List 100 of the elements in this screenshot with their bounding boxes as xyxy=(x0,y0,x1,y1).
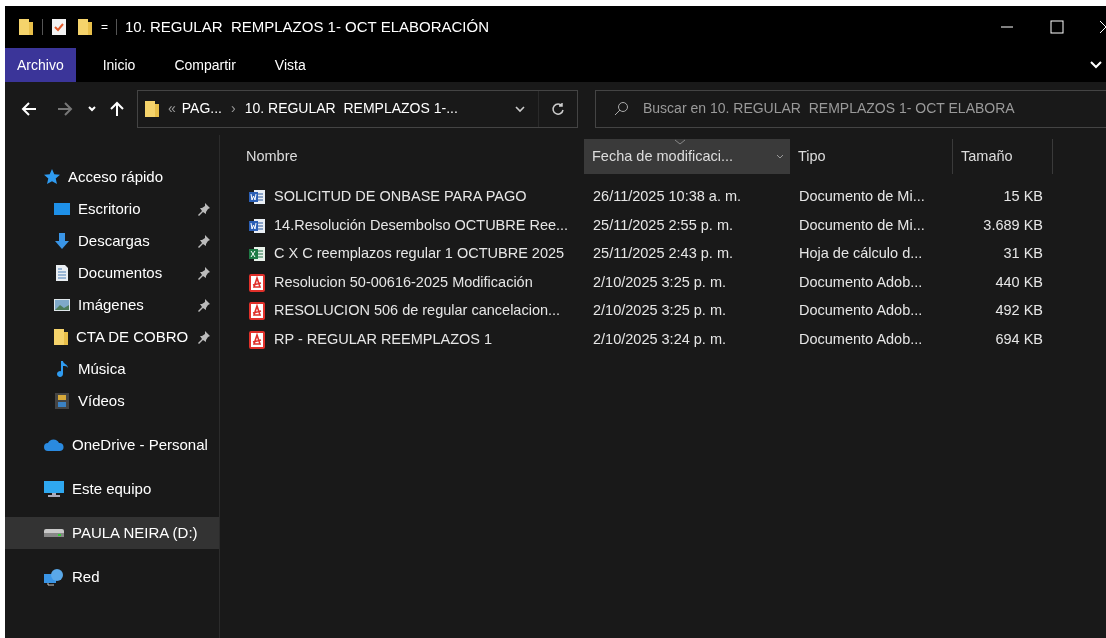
maximize-icon[interactable] xyxy=(1050,20,1064,34)
column-header[interactable]: Fecha de modificaci... xyxy=(584,139,790,174)
sidebar-item[interactable]: Acceso rápido xyxy=(5,161,219,193)
folder-icon xyxy=(53,328,69,346)
film-icon xyxy=(53,392,71,410)
ribbon-tab[interactable]: Inicio xyxy=(90,48,148,82)
file-name: RP - REGULAR REEMPLAZOS 1 xyxy=(274,329,493,349)
sidebar-label: Escritorio xyxy=(78,198,142,219)
size-cell-text: 3.689 KB xyxy=(982,215,1043,235)
sidebar-label: Descargas xyxy=(78,230,151,251)
file-name: SOLICITUD DE ONBASE PARA PAGO xyxy=(274,187,527,207)
file-row[interactable]: SOLICITUD DE ONBASE PARA PAGO 26/11/2025 10:38 a. m. Documento de Mi... 15 KB xyxy=(239,183,1106,212)
file-name: C X C reemplazos regular 1 OCTUBRE 2025 xyxy=(274,244,565,264)
back-arrow-icon[interactable] xyxy=(21,100,37,117)
file-name: Resolucion 50-00616-2025 Modificación xyxy=(274,272,533,292)
sidebar-item[interactable]: Música xyxy=(5,353,219,385)
file-row[interactable]: RESOLUCION 506 de regular cancelacion... 2/10/2025 3:25 p. m. Documento Adob... 492 KB xyxy=(239,297,1106,326)
sidebar-item[interactable]: CTA DE COBRO xyxy=(5,321,219,353)
ribbon-tab[interactable]: Vista xyxy=(262,48,318,82)
ribbon-tab[interactable]: Compartir xyxy=(162,48,248,82)
pdf-icon xyxy=(248,302,266,321)
column-header[interactable]: Nombre xyxy=(239,139,584,174)
file-row[interactable]: C X C reemplazos regular 1 OCTUBRE 2025 25/11/2025 2:43 p. m. Hoja de cálculo d... 31 KB xyxy=(239,240,1106,269)
date-cell-text: 2/10/2025 3:24 p. m. xyxy=(592,329,727,349)
desktop-icon xyxy=(53,200,71,218)
properties-icon[interactable] xyxy=(51,18,67,36)
pdf-icon xyxy=(248,330,266,349)
sidebar-item[interactable]: Este equipo xyxy=(5,473,219,505)
type-cell-text: Documento Adob... xyxy=(798,272,924,292)
close-icon[interactable] xyxy=(1099,20,1106,34)
sidebar-label: Red xyxy=(72,566,101,587)
sidebar-label: Documentos xyxy=(78,262,164,283)
up-arrow-icon[interactable] xyxy=(109,100,125,117)
file-row[interactable]: 14.Resolución Desembolso OCTUBRE Ree... 25/11/2025 2:55 p. m. Documento de Mi... 3.689 KB xyxy=(239,211,1106,240)
sidebar-label: Vídeos xyxy=(78,390,126,411)
sidebar-item[interactable]: Red xyxy=(5,561,219,593)
breadcrumb[interactable]: 10. REGULAR REMPLAZOS 1-... xyxy=(244,98,458,119)
download-icon xyxy=(53,232,71,250)
customize-toolbar-button[interactable]: = xyxy=(101,18,108,36)
picture-icon xyxy=(53,296,71,314)
sidebar-label: PAULA NEIRA (D:) xyxy=(72,522,199,543)
sidebar-label: OneDrive - Personal xyxy=(72,434,209,455)
date-cell-text: 2/10/2025 3:25 p. m. xyxy=(592,301,727,321)
document-icon xyxy=(53,264,71,282)
folder-icon xyxy=(18,18,34,36)
type-cell-text: Documento Adob... xyxy=(798,301,924,321)
sidebar-label: Este equipo xyxy=(72,478,153,499)
file-row[interactable]: RP - REGULAR REEMPLAZOS 1 2/10/2025 3:24 p. m. Documento Adob... 694 KB xyxy=(239,325,1106,354)
sort-caret-icon xyxy=(674,139,686,145)
sidebar-label: Acceso rápido xyxy=(68,166,165,187)
sidebar-item[interactable]: Vídeos xyxy=(5,385,219,417)
star-icon xyxy=(43,168,61,186)
size-cell-text: 31 KB xyxy=(1002,244,1043,264)
size-cell-text: 440 KB xyxy=(994,272,1043,292)
type-cell-text: Documento de Mi... xyxy=(798,215,926,235)
size-cell-text: 15 KB xyxy=(1002,187,1043,207)
type-cell-text: Hoja de cálculo d... xyxy=(798,244,924,264)
window-title: 10. REGULAR REMPLAZOS 1- OCT ELABORACIÓN xyxy=(125,16,489,37)
column-header[interactable]: Tamaño xyxy=(953,139,1053,174)
date-cell-text: 2/10/2025 3:25 p. m. xyxy=(592,272,727,292)
new-folder-icon xyxy=(77,18,93,36)
sidebar-label: CTA DE COBRO xyxy=(76,326,190,347)
size-cell-text: 694 KB xyxy=(994,329,1043,349)
search-icon xyxy=(614,101,629,116)
breadcrumb-overflow[interactable]: « xyxy=(168,98,176,119)
address-bar[interactable]: « PAG... › 10. REGULAR REMPLAZOS 1-... xyxy=(137,89,578,128)
sidebar-label: Imágenes xyxy=(78,294,145,315)
date-cell-text: 25/11/2025 2:55 p. m. xyxy=(592,215,734,235)
size-cell-text: 492 KB xyxy=(994,301,1043,321)
sidebar-item[interactable]: PAULA NEIRA (D:) xyxy=(5,517,219,549)
search-input[interactable]: Buscar en 10. REGULAR REMPLAZOS 1- OCT ELABORA xyxy=(643,98,1106,119)
file-name: 14.Resolución Desembolso OCTUBRE Ree... xyxy=(274,215,569,235)
breadcrumb[interactable]: PAG... xyxy=(181,98,222,119)
chevron-down-icon[interactable] xyxy=(87,103,97,114)
breadcrumb-separator: › xyxy=(231,99,236,118)
word-document-icon xyxy=(248,188,266,207)
sidebar-item[interactable]: OneDrive - Personal xyxy=(5,429,219,461)
spreadsheet-icon xyxy=(248,245,266,264)
forward-arrow-icon[interactable] xyxy=(57,100,73,117)
sidebar-item[interactable]: Documentos xyxy=(5,257,219,289)
search-field[interactable]: Buscar en 10. REGULAR REMPLAZOS 1- OCT ELABORA xyxy=(595,89,1106,128)
date-cell-text: 25/11/2025 2:43 p. m. xyxy=(592,244,734,264)
sidebar-label: Música xyxy=(78,358,127,379)
ribbon-tab[interactable]: Archivo xyxy=(5,48,76,82)
refresh-icon[interactable] xyxy=(551,101,565,116)
word-document-icon xyxy=(248,216,266,235)
pdf-icon xyxy=(248,273,266,292)
file-name: RESOLUCION 506 de regular cancelacion... xyxy=(274,301,561,321)
computer-icon xyxy=(43,480,65,498)
date-cell-text: 26/11/2025 10:38 a. m. xyxy=(592,187,743,207)
folder-icon xyxy=(144,99,160,118)
cloud-icon xyxy=(43,436,65,454)
network-icon xyxy=(43,568,65,586)
type-cell-text: Documento de Mi... xyxy=(798,187,926,207)
file-row[interactable]: Resolucion 50-00616-2025 Modificación 2/10/2025 3:25 p. m. Documento Adob... 440 KB xyxy=(239,268,1106,297)
type-cell-text: Documento Adob... xyxy=(798,329,924,349)
sidebar-item[interactable]: Escritorio xyxy=(5,193,219,225)
sidebar-item[interactable]: Imágenes xyxy=(5,289,219,321)
sidebar-item[interactable]: Descargas xyxy=(5,225,219,257)
column-header[interactable]: Tipo xyxy=(790,139,953,174)
